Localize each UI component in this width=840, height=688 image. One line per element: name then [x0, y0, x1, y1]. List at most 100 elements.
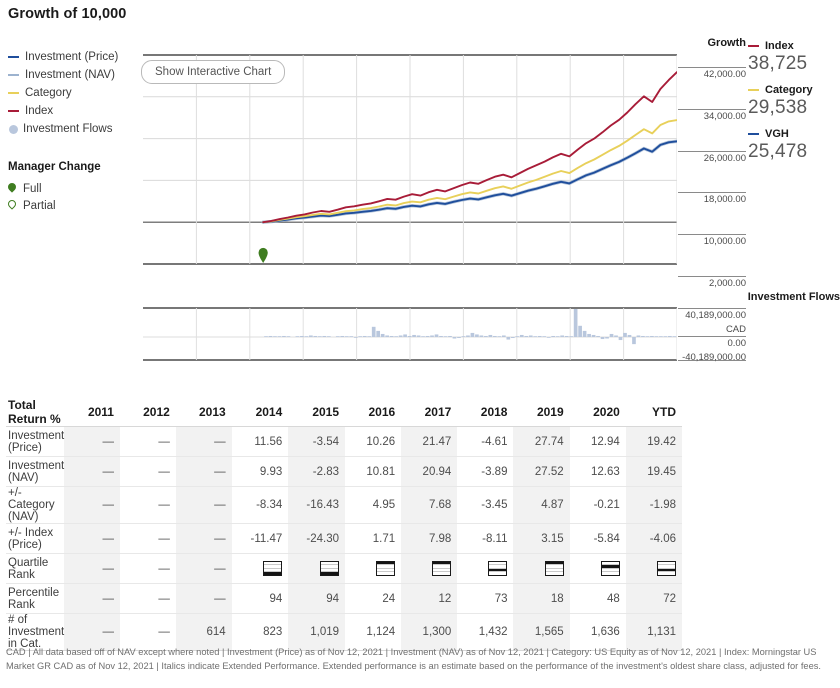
legend-label: Investment (Price)	[25, 51, 119, 63]
table-column-header: YTD	[625, 398, 682, 427]
table-cell: -4.61	[457, 426, 514, 457]
table-column-header: 2017	[401, 398, 458, 427]
axis-tick-rule	[678, 276, 746, 277]
table-cell: 4.95	[345, 486, 402, 524]
axis-tick-label: 18,000.00	[703, 194, 746, 206]
legend-label: Investment Flows	[23, 123, 113, 135]
readout-name: Index	[765, 40, 794, 52]
show-interactive-chart-button[interactable]: Show Interactive Chart	[141, 60, 286, 84]
table-cell: —	[64, 456, 120, 487]
investment-flows-svg	[143, 307, 678, 361]
manager-change-label: Full	[23, 182, 42, 195]
readout-swatch-icon	[748, 89, 759, 91]
table-cell: 1.71	[345, 523, 402, 554]
table-cell: -3.54	[288, 426, 346, 457]
table-cell: 12.94	[569, 426, 626, 457]
readout-name: Category	[765, 84, 813, 96]
table-cell: 27.52	[513, 456, 570, 487]
axis-tick-rule	[678, 192, 746, 194]
table-cell: 24	[345, 583, 402, 614]
manager-change-marker-icon	[258, 247, 268, 263]
table-cell	[625, 553, 682, 584]
table-title: Total Return %	[6, 398, 65, 427]
table-column-header: 2014	[231, 398, 289, 427]
flows-axis-tick-label: 40,189,000.00	[685, 310, 746, 321]
table-cell: —	[64, 553, 120, 584]
quartile-rank-icon	[263, 561, 283, 576]
footnote-disclaimer: CAD | All data based off of NAV except w…	[6, 647, 821, 671]
readout-category: Category 29,538	[748, 84, 838, 119]
table-cell: -2.83	[288, 456, 346, 487]
table-column-header: 2012	[119, 398, 176, 427]
table-cell: —	[175, 486, 232, 524]
legend-item-investment-flows: Investment Flows	[8, 120, 143, 138]
table-cell: —	[64, 486, 120, 524]
table-cell: —	[64, 426, 120, 457]
table-cell: 9.93	[231, 456, 289, 487]
table-row: +/- Index (Price) — — — -11.47 -24.30 1.71 7.98…	[6, 523, 682, 554]
table-cell: 12	[401, 583, 458, 614]
legend-swatch-icon	[8, 110, 19, 112]
legend-label: Category	[25, 87, 72, 99]
table-cell: -24.30	[288, 523, 346, 554]
readout-value: 25,478	[748, 141, 808, 162]
table-cell: -1.98	[625, 486, 682, 524]
table-cell: —	[175, 523, 232, 554]
flows-axis-labels: 40,189,000.00 CAD 0.00 -40,189,000.00	[678, 303, 746, 373]
axis-tick-label: 2,000.00	[709, 278, 746, 289]
table-column-header: 2013	[175, 398, 232, 427]
table-cell: 73	[457, 583, 514, 614]
axis-tick-label: 42,000.00	[703, 69, 746, 80]
table-cell: -3.45	[457, 486, 514, 524]
table-cell: 10.81	[345, 456, 402, 487]
table-body: Investment (Price) — — —11.56 -3.54 10.26 21.4…	[6, 426, 682, 651]
table-cell: 48	[569, 583, 626, 614]
axis-tick-rule	[678, 150, 746, 152]
table-cell	[401, 553, 458, 584]
table-cell: 7.98	[401, 523, 458, 554]
table-cell	[231, 553, 289, 584]
table-row: Investment (Price) — — —11.56 -3.54 10.26 21.4…	[6, 426, 682, 457]
table-cell: 18	[513, 583, 570, 614]
legend-item-index: Index	[8, 102, 143, 120]
legend-swatch-icon	[8, 56, 19, 58]
quartile-rank-icon	[376, 561, 396, 576]
manager-change-item-partial: Partial	[6, 197, 56, 214]
quartile-rank-icon	[488, 561, 508, 576]
readout-name: VGH	[765, 128, 789, 140]
table-cell: —	[119, 553, 176, 584]
table-cell: -0.21	[569, 486, 626, 524]
axis-tick-label: 26,000.00	[703, 152, 746, 164]
axis-tick-rule	[678, 108, 746, 110]
axis-tick-label: 10,000.00	[703, 236, 746, 248]
table-cell: —	[119, 583, 176, 614]
table-row: Investment (NAV) — — —9.93 -2.83 10.81 20.94 -3…	[6, 456, 682, 487]
table-column-header: 2011	[64, 398, 120, 427]
growth-axis-title: Growth	[707, 37, 747, 49]
total-return-table: Total Return % 2011 2012 2013 2014 2015 2016 2…	[6, 398, 682, 651]
table-cell: 19.45	[625, 456, 682, 487]
table-column-header: 2020	[569, 398, 626, 427]
table-cell	[513, 553, 570, 584]
legend-dot-icon	[9, 124, 18, 134]
axis-tick-rule	[678, 234, 746, 236]
quartile-rank-icon	[600, 561, 620, 576]
table-cell: -4.06	[625, 523, 682, 554]
table-cell: -8.34	[231, 486, 289, 524]
table-column-header: 2016	[345, 398, 402, 427]
readout-index: Index 38,725	[748, 40, 838, 75]
manager-change-title: Manager Change	[8, 161, 101, 173]
table-cell: —	[175, 456, 232, 487]
quartile-rank-icon	[320, 561, 340, 576]
flows-axis-tick-label: 0.00	[727, 338, 747, 349]
legend-item-category: Category	[8, 84, 143, 102]
manager-change-item-full: Full	[6, 180, 56, 197]
table-cell: —	[64, 523, 120, 554]
quartile-rank-icon	[432, 561, 452, 576]
table-cell	[569, 553, 626, 584]
growth-axis-labels: Growth 42,000.00 34,000.00 26,000.00 18,000…	[678, 37, 747, 289]
table-cell: 94	[288, 583, 346, 614]
table-cell: —	[119, 456, 176, 487]
table-header-row: Total Return % 2011 2012 2013 2014 2015 2016 2…	[6, 398, 682, 427]
axis-tick-rule	[678, 67, 746, 68]
